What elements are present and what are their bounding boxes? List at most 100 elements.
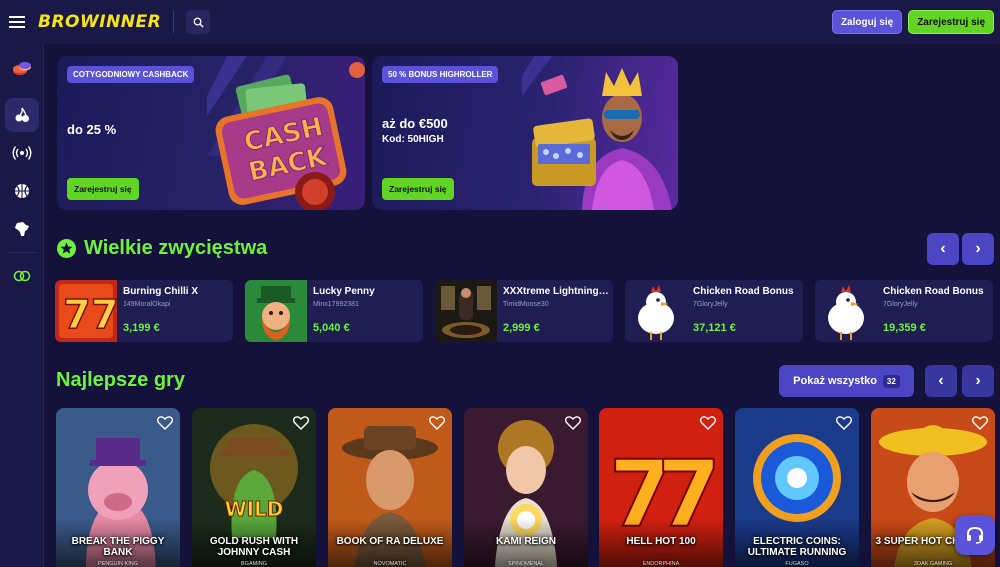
- search-icon: [193, 17, 204, 28]
- highroller-king-illustration: [522, 56, 678, 210]
- chicken-road-thumbnail: [815, 280, 877, 342]
- support-chat-button[interactable]: [955, 515, 995, 555]
- win-game-name: Chicken Road Bonus: [883, 286, 984, 297]
- game-card[interactable]: 7 7 HELL HOT 100 ENDORPHINA: [599, 408, 723, 567]
- top-games-prev-button[interactable]: ‹: [925, 365, 957, 397]
- star-badge-icon: [57, 239, 76, 258]
- win-game-name: Chicken Road Bonus: [693, 286, 794, 297]
- win-amount: 2,999 €: [503, 322, 540, 334]
- lucky-penny-thumbnail: [245, 280, 307, 342]
- search-button[interactable]: [186, 10, 211, 34]
- headset-icon: [967, 526, 983, 544]
- win-game-name: XXXtreme Lightning ...: [503, 286, 609, 297]
- chevron-right-icon: ›: [975, 240, 981, 257]
- favorite-heart-icon[interactable]: [156, 414, 174, 432]
- game-title: ELECTRIC COINS: ULTIMATE RUNNING: [747, 536, 847, 558]
- cashback-banner[interactable]: CASH BACK COTYGODNIOWY CASHBACK do 25 % …: [57, 56, 365, 210]
- game-provider: PENGUIN KING: [97, 561, 139, 567]
- game-title: GOLD RUSH WITH JOHNNY CASH: [209, 536, 299, 558]
- sidebar-item-slots[interactable]: [5, 98, 39, 132]
- live-broadcast-icon: [12, 146, 32, 160]
- bonus-code: Kod: 50HIGH: [382, 134, 444, 145]
- favorite-heart-icon[interactable]: [971, 414, 989, 432]
- basketball-icon: [15, 184, 29, 198]
- banner-tag: 50 % BONUS HIGHROLLER: [382, 66, 499, 83]
- win-amount: 5,040 €: [313, 322, 350, 334]
- game-provider: NOVOMATIC: [373, 561, 407, 567]
- game-provider: 3OAK GAMING: [913, 561, 953, 567]
- top-games-title: Najlepsze gry: [56, 369, 185, 391]
- lightning-roulette-thumbnail: [435, 280, 497, 342]
- big-wins-next-button[interactable]: ›: [962, 233, 994, 265]
- win-game-name: Burning Chilli X: [123, 286, 198, 297]
- win-username: 149MoralOkapi: [123, 301, 171, 308]
- win-amount: 3,199 €: [123, 322, 160, 334]
- top-games-next-button[interactable]: ›: [962, 365, 994, 397]
- register-button[interactable]: Zarejestruj się: [908, 10, 994, 34]
- header-divider: [173, 11, 175, 33]
- win-username: 7GloryJelly: [693, 301, 728, 308]
- game-provider: ENDORPHINA: [642, 561, 680, 567]
- sidebar-item-live[interactable]: [5, 136, 39, 170]
- chevron-left-icon: ‹: [938, 372, 944, 389]
- cherries-icon: [15, 107, 29, 122]
- game-provider: BGAMING: [241, 561, 267, 567]
- win-username: 7GloryJelly: [883, 301, 918, 308]
- cashback-wallet-illustration: CASH BACK: [207, 56, 365, 210]
- chicken-road-thumbnail: [625, 280, 687, 342]
- svg-text:WILD: WILD: [225, 497, 284, 521]
- login-button[interactable]: Zaloguj się: [831, 10, 903, 34]
- game-provider: SPINOMENAL: [507, 561, 545, 567]
- big-win-card[interactable]: XXXtreme Lightning ... TimidMoose30 2,99…: [435, 280, 613, 342]
- sidebar-item-responsible-gaming[interactable]: [5, 259, 39, 293]
- big-wins-prev-button[interactable]: ‹: [927, 233, 959, 265]
- game-card[interactable]: BOOK OF RA DELUXE NOVOMATIC: [328, 408, 452, 567]
- top-header: BROWINNER Zaloguj się Zarejestruj się: [0, 0, 1000, 44]
- hamburger-icon: [9, 16, 25, 28]
- sidebar-separator: [8, 252, 36, 253]
- game-title: BOOK OF RA DELUXE: [336, 536, 444, 547]
- big-win-card[interactable]: 77 Burning Chilli X 149MoralOkapi 3,199 …: [55, 280, 233, 342]
- favorite-heart-icon[interactable]: [292, 414, 310, 432]
- game-card[interactable]: WILD GOLD RUSH WITH JOHNNY CASH BGAMING: [192, 408, 316, 567]
- sidebar-item-sports[interactable]: [5, 174, 39, 208]
- chevron-left-icon: ‹: [940, 240, 946, 257]
- show-all-button[interactable]: Pokaż wszystko 32: [779, 365, 914, 397]
- win-username: Minx17992381: [313, 301, 359, 308]
- win-amount: 19,359 €: [883, 322, 926, 334]
- responsible-gaming-icon: [13, 270, 31, 282]
- game-provider: FUGASO: [785, 561, 809, 567]
- favorite-heart-icon[interactable]: [564, 414, 582, 432]
- game-card[interactable]: KAMI REIGN SPINOMENAL: [464, 408, 588, 567]
- hamburger-menu-button[interactable]: [0, 0, 34, 44]
- game-title: HELL HOT 100: [626, 536, 696, 547]
- big-win-card[interactable]: Chicken Road Bonus 7GloryJelly 19,359 €: [815, 280, 993, 342]
- banner-register-button[interactable]: Zarejestruj się: [382, 178, 454, 200]
- game-title: BREAK THE PIGGY BANK: [71, 536, 165, 558]
- game-card[interactable]: ELECTRIC COINS: ULTIMATE RUNNING FUGASO: [735, 408, 859, 567]
- casino-chips-icon: [13, 62, 31, 75]
- banner-offer: aż do €500: [382, 116, 448, 131]
- favorite-heart-icon[interactable]: [428, 414, 446, 432]
- sidebar-item-casino[interactable]: [5, 52, 39, 86]
- show-all-count-badge: 32: [882, 374, 900, 388]
- banner-offer: do 25 %: [67, 122, 117, 137]
- logo[interactable]: BROWINNER: [38, 12, 161, 32]
- big-wins-title: Wielkie zwycięstwa: [84, 237, 268, 259]
- favorite-heart-icon[interactable]: [835, 414, 853, 432]
- sidebar-item-africa[interactable]: [5, 212, 39, 246]
- chevron-right-icon: ›: [975, 372, 981, 389]
- win-amount: 37,121 €: [693, 322, 736, 334]
- big-win-card[interactable]: Lucky Penny Minx17992381 5,040 €: [245, 280, 423, 342]
- game-card[interactable]: BREAK THE PIGGY BANK PENGUIN KING: [56, 408, 180, 567]
- win-game-name: Lucky Penny: [313, 286, 375, 297]
- svg-text:77: 77: [63, 292, 117, 338]
- big-win-card[interactable]: Chicken Road Bonus 7GloryJelly 37,121 €: [625, 280, 803, 342]
- game-title: KAMI REIGN: [496, 536, 556, 547]
- highroller-banner[interactable]: 50 % BONUS HIGHROLLER aż do €500 Kod: 50…: [372, 56, 678, 210]
- win-username: TimidMoose30: [503, 301, 549, 308]
- burning-chilli-thumbnail: 77: [55, 280, 117, 342]
- favorite-heart-icon[interactable]: [699, 414, 717, 432]
- banner-tag: COTYGODNIOWY CASHBACK: [67, 66, 195, 83]
- banner-register-button[interactable]: Zarejestruj się: [67, 178, 139, 200]
